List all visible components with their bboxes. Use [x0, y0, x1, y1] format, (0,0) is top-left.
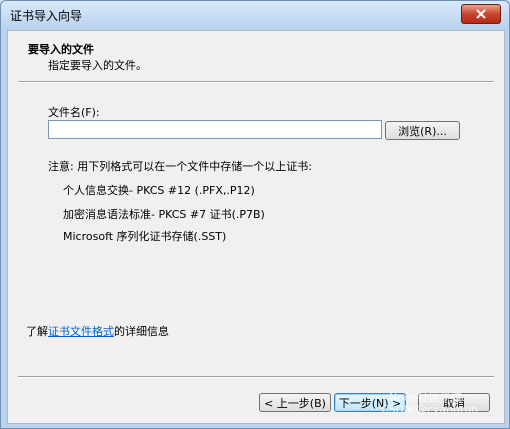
info-suffix: 的详细信息 [114, 325, 169, 338]
wizard-client-area: 要导入的文件 指定要导入的文件。 文件名(F): 浏览(R)... 注意: 用下… [7, 30, 505, 424]
wizard-header: 要导入的文件 指定要导入的文件。 [8, 31, 504, 81]
file-name-input[interactable] [48, 120, 382, 139]
info-prefix: 了解 [26, 325, 48, 338]
title-bar[interactable]: 证书导入向导 [1, 1, 509, 29]
format-item-pfx: 个人信息交换- PKCS #12 (.PFX,.P12) [63, 184, 255, 197]
back-button[interactable]: < 上一步(B) [259, 393, 331, 412]
page-title: 要导入的文件 [28, 43, 94, 56]
close-button[interactable] [461, 4, 501, 24]
format-item-p7b: 加密消息语法标准- PKCS #7 证书(.P7B) [63, 208, 265, 221]
format-item-sst: Microsoft 序列化证书存储(.SST) [63, 230, 227, 243]
note-heading: 注意: 用下列格式可以在一个文件中存储一个以上证书: [48, 160, 312, 173]
window-title: 证书导入向导 [10, 9, 83, 23]
browse-button[interactable]: 浏览(R)... [385, 121, 460, 140]
footer-divider [18, 376, 494, 378]
info-text: 了解证书文件格式的详细信息 [26, 323, 169, 339]
cert-format-link[interactable]: 证书文件格式 [48, 325, 114, 338]
file-name-label: 文件名(F): [48, 106, 100, 119]
close-icon [476, 9, 486, 19]
header-divider [18, 81, 494, 83]
page-subtitle: 指定要导入的文件。 [48, 59, 147, 72]
watermark-line2: CSDN @cyangron [381, 403, 479, 416]
wizard-window: 证书导入向导 要导入的文件 指定要导入的文件。 文件名(F): 浏览(R)...… [0, 0, 510, 429]
